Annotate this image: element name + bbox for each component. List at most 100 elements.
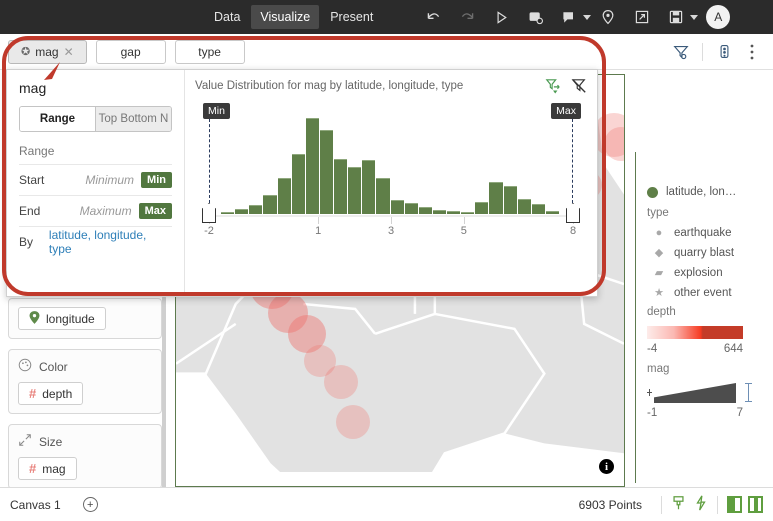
nav-item-data[interactable]: Data xyxy=(205,5,249,29)
filter-mode-top-bottom-n[interactable]: Top Bottom N xyxy=(95,107,171,131)
histogram-bar xyxy=(545,211,559,214)
min-handle-badge: Min xyxy=(203,103,230,119)
size-card-label: Size xyxy=(39,434,63,449)
data-source-icon[interactable] xyxy=(518,0,552,34)
by-fields-link[interactable]: latitude, longitude, type xyxy=(49,228,172,256)
axis-tick xyxy=(318,217,320,224)
range-start-label: Start xyxy=(19,173,45,187)
histogram-bar xyxy=(475,202,489,214)
more-options-icon[interactable] xyxy=(739,39,765,65)
axis-tick-label: 5 xyxy=(460,225,467,237)
filter-icon[interactable] xyxy=(668,39,694,65)
filter-tab-bar: ✪ mag ✕ gap type xyxy=(0,34,773,70)
comment-dropdown-caret-icon[interactable] xyxy=(583,14,592,20)
number-icon: # xyxy=(29,461,37,476)
status-bar-actions: 6903 Points xyxy=(579,495,763,514)
min-range-handle[interactable] xyxy=(202,203,216,223)
clear-selection-icon[interactable] xyxy=(571,78,587,97)
filter-editor-actions xyxy=(545,78,587,97)
diamond-icon: ◆ xyxy=(654,247,664,259)
histogram-title: Value Distribution for mag by latitude, … xyxy=(195,80,464,92)
top-bar: Data Visualize Present A xyxy=(0,0,773,34)
filter-editor-right-panel: Value Distribution for mag by latitude, … xyxy=(185,70,597,296)
sidebar-scrollbar[interactable] xyxy=(162,296,166,493)
axis-tick-label: 8 xyxy=(569,225,577,237)
legend-item-label: earthquake xyxy=(674,227,732,239)
canvas-label[interactable]: Canvas 1 xyxy=(10,498,61,512)
filter-chip-gap[interactable]: gap xyxy=(95,39,166,64)
field-pill-label: depth xyxy=(42,386,73,401)
avatar[interactable]: A xyxy=(706,5,731,29)
filter-chip-label: gap xyxy=(120,44,141,59)
field-pill-depth[interactable]: # depth xyxy=(18,382,84,405)
star-icon: ★ xyxy=(654,287,664,299)
mag-max-label: 7 xyxy=(736,407,743,419)
legend-primary-label: latitude, lon… xyxy=(666,186,737,198)
depth-min-label: -4 xyxy=(647,343,658,355)
left-panel-toggle-icon[interactable] xyxy=(727,496,742,513)
size-card: Size # mag xyxy=(8,424,162,489)
histogram-bar xyxy=(489,182,503,214)
histogram-chart[interactable]: -2 1 3 5 8 Min Max xyxy=(195,100,583,250)
histogram-bar xyxy=(376,177,390,214)
resize-icon xyxy=(18,433,32,450)
divider xyxy=(717,495,718,514)
wedge-right-tick-icon xyxy=(745,383,752,402)
axis-tick-label: 1 xyxy=(315,225,322,237)
map-info-icon[interactable]: i xyxy=(599,459,614,474)
comment-icon[interactable] xyxy=(552,0,586,34)
range-end-label: End xyxy=(19,204,41,218)
max-range-handle[interactable] xyxy=(566,203,580,223)
color-card-header: Color xyxy=(18,358,152,375)
nav-item-present[interactable]: Present xyxy=(321,5,382,29)
lightning-icon[interactable] xyxy=(694,495,708,514)
legend-item-label: quarry blast xyxy=(674,246,735,259)
histogram-bar xyxy=(305,118,319,214)
nav-item-visualize[interactable]: Visualize xyxy=(251,5,320,29)
undo-icon[interactable] xyxy=(416,0,450,34)
range-row-end: End Maximum Max xyxy=(19,195,172,226)
histogram-bar xyxy=(503,186,517,214)
filter-mode-range[interactable]: Range xyxy=(20,107,95,131)
divider xyxy=(702,42,703,61)
save-dropdown-caret-icon[interactable] xyxy=(690,14,699,20)
wedge-shape xyxy=(654,383,736,403)
depth-max-label: 644 xyxy=(723,343,743,355)
range-end-max-button[interactable]: Max xyxy=(138,203,172,219)
filter-editor-popup: mag Range Top Bottom N Range Start Minim… xyxy=(6,69,598,297)
axis-tick-label: 3 xyxy=(387,225,395,237)
wedge-left-tick-icon xyxy=(647,389,652,396)
filter-chip-type[interactable]: type xyxy=(174,39,245,64)
annotation-pointer-icon xyxy=(44,62,60,80)
palette-icon xyxy=(18,358,32,375)
traffic-light-icon[interactable] xyxy=(711,39,737,65)
bookmark-pin-icon[interactable] xyxy=(591,0,625,34)
save-icon[interactable] xyxy=(659,0,693,34)
legend-item-label: explosion xyxy=(674,266,723,279)
field-pill-label: longitude xyxy=(46,311,95,326)
divider xyxy=(661,495,662,514)
close-icon[interactable]: ✕ xyxy=(64,45,74,59)
brush-icon[interactable] xyxy=(671,495,686,514)
range-start-min-button[interactable]: Min xyxy=(141,172,172,188)
range-start-value[interactable]: Minimum xyxy=(61,173,141,187)
mag-min-label: -1 xyxy=(647,407,658,419)
histogram-bar xyxy=(447,211,461,214)
field-pill-label: mag xyxy=(42,461,66,476)
refresh-filter-icon[interactable] xyxy=(545,78,561,97)
redo-icon[interactable] xyxy=(450,0,484,34)
min-handle-line xyxy=(209,119,210,203)
add-canvas-icon[interactable]: + xyxy=(82,497,98,512)
run-icon[interactable] xyxy=(484,0,518,34)
export-icon[interactable] xyxy=(625,0,659,34)
range-end-value[interactable]: Maximum xyxy=(61,204,139,218)
max-handle-badge: Max xyxy=(551,103,581,119)
right-panel-toggle-icon[interactable] xyxy=(748,496,763,513)
histogram-bar xyxy=(531,204,545,214)
field-pill-mag[interactable]: # mag xyxy=(18,457,77,480)
histogram-bar xyxy=(404,203,418,214)
field-pill-longitude[interactable]: longitude xyxy=(18,307,106,330)
legend-type-title: type xyxy=(647,207,669,219)
axis-tick xyxy=(463,217,465,224)
filter-editor-title: mag xyxy=(19,80,47,96)
